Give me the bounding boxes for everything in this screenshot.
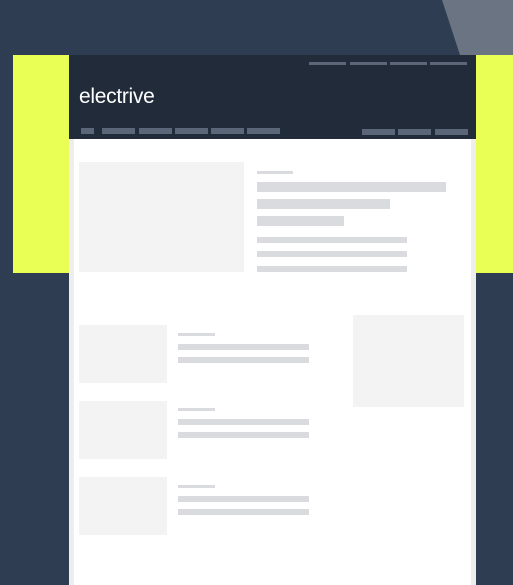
nav-action-placeholder[interactable]: [362, 129, 395, 135]
website-mockup: electrive: [69, 55, 476, 585]
sidebar-ad-placeholder[interactable]: [353, 315, 464, 407]
accent-band-right: [476, 55, 513, 273]
nav-item-placeholder[interactable]: [247, 128, 280, 134]
article-category-placeholder: [178, 485, 215, 488]
nav-item-placeholder[interactable]: [139, 128, 172, 134]
nav-item-placeholder[interactable]: [211, 128, 244, 134]
nav-item-placeholder[interactable]: [102, 128, 135, 134]
top-link-placeholder[interactable]: [390, 62, 427, 65]
article-category-placeholder: [178, 408, 215, 411]
site-header: electrive: [69, 55, 476, 139]
featured-article-image-placeholder[interactable]: [79, 162, 244, 272]
article-thumbnail-placeholder[interactable]: [79, 325, 167, 383]
nav-action-placeholder[interactable]: [398, 129, 431, 135]
top-link-placeholder[interactable]: [309, 62, 346, 65]
featured-article-excerpt-placeholder: [257, 237, 407, 243]
article-title-placeholder[interactable]: [178, 344, 309, 350]
article-title-placeholder[interactable]: [178, 419, 309, 425]
content-edge-right: [471, 139, 476, 585]
featured-article-title-placeholder[interactable]: [257, 216, 344, 226]
article-thumbnail-placeholder[interactable]: [79, 477, 167, 535]
article-title-placeholder[interactable]: [178, 357, 309, 363]
nav-action-placeholder[interactable]: [435, 129, 468, 135]
article-title-placeholder[interactable]: [178, 496, 309, 502]
decorative-corner-shape: [442, 0, 513, 55]
article-category-placeholder: [178, 333, 215, 336]
top-link-placeholder[interactable]: [430, 62, 467, 65]
article-title-placeholder[interactable]: [178, 509, 309, 515]
article-title-placeholder[interactable]: [178, 432, 309, 438]
nav-item-placeholder[interactable]: [175, 128, 208, 134]
featured-article-title-placeholder[interactable]: [257, 199, 390, 209]
content-edge-left: [69, 139, 74, 585]
featured-article-category-placeholder: [257, 171, 293, 174]
featured-article-excerpt-placeholder: [257, 266, 407, 272]
nav-menu-icon-placeholder[interactable]: [81, 128, 94, 134]
site-logo[interactable]: electrive: [79, 85, 155, 109]
featured-article-title-placeholder[interactable]: [257, 182, 446, 192]
accent-band-left: [13, 55, 69, 273]
featured-article-excerpt-placeholder: [257, 251, 407, 257]
article-thumbnail-placeholder[interactable]: [79, 401, 167, 459]
top-link-placeholder[interactable]: [350, 62, 387, 65]
